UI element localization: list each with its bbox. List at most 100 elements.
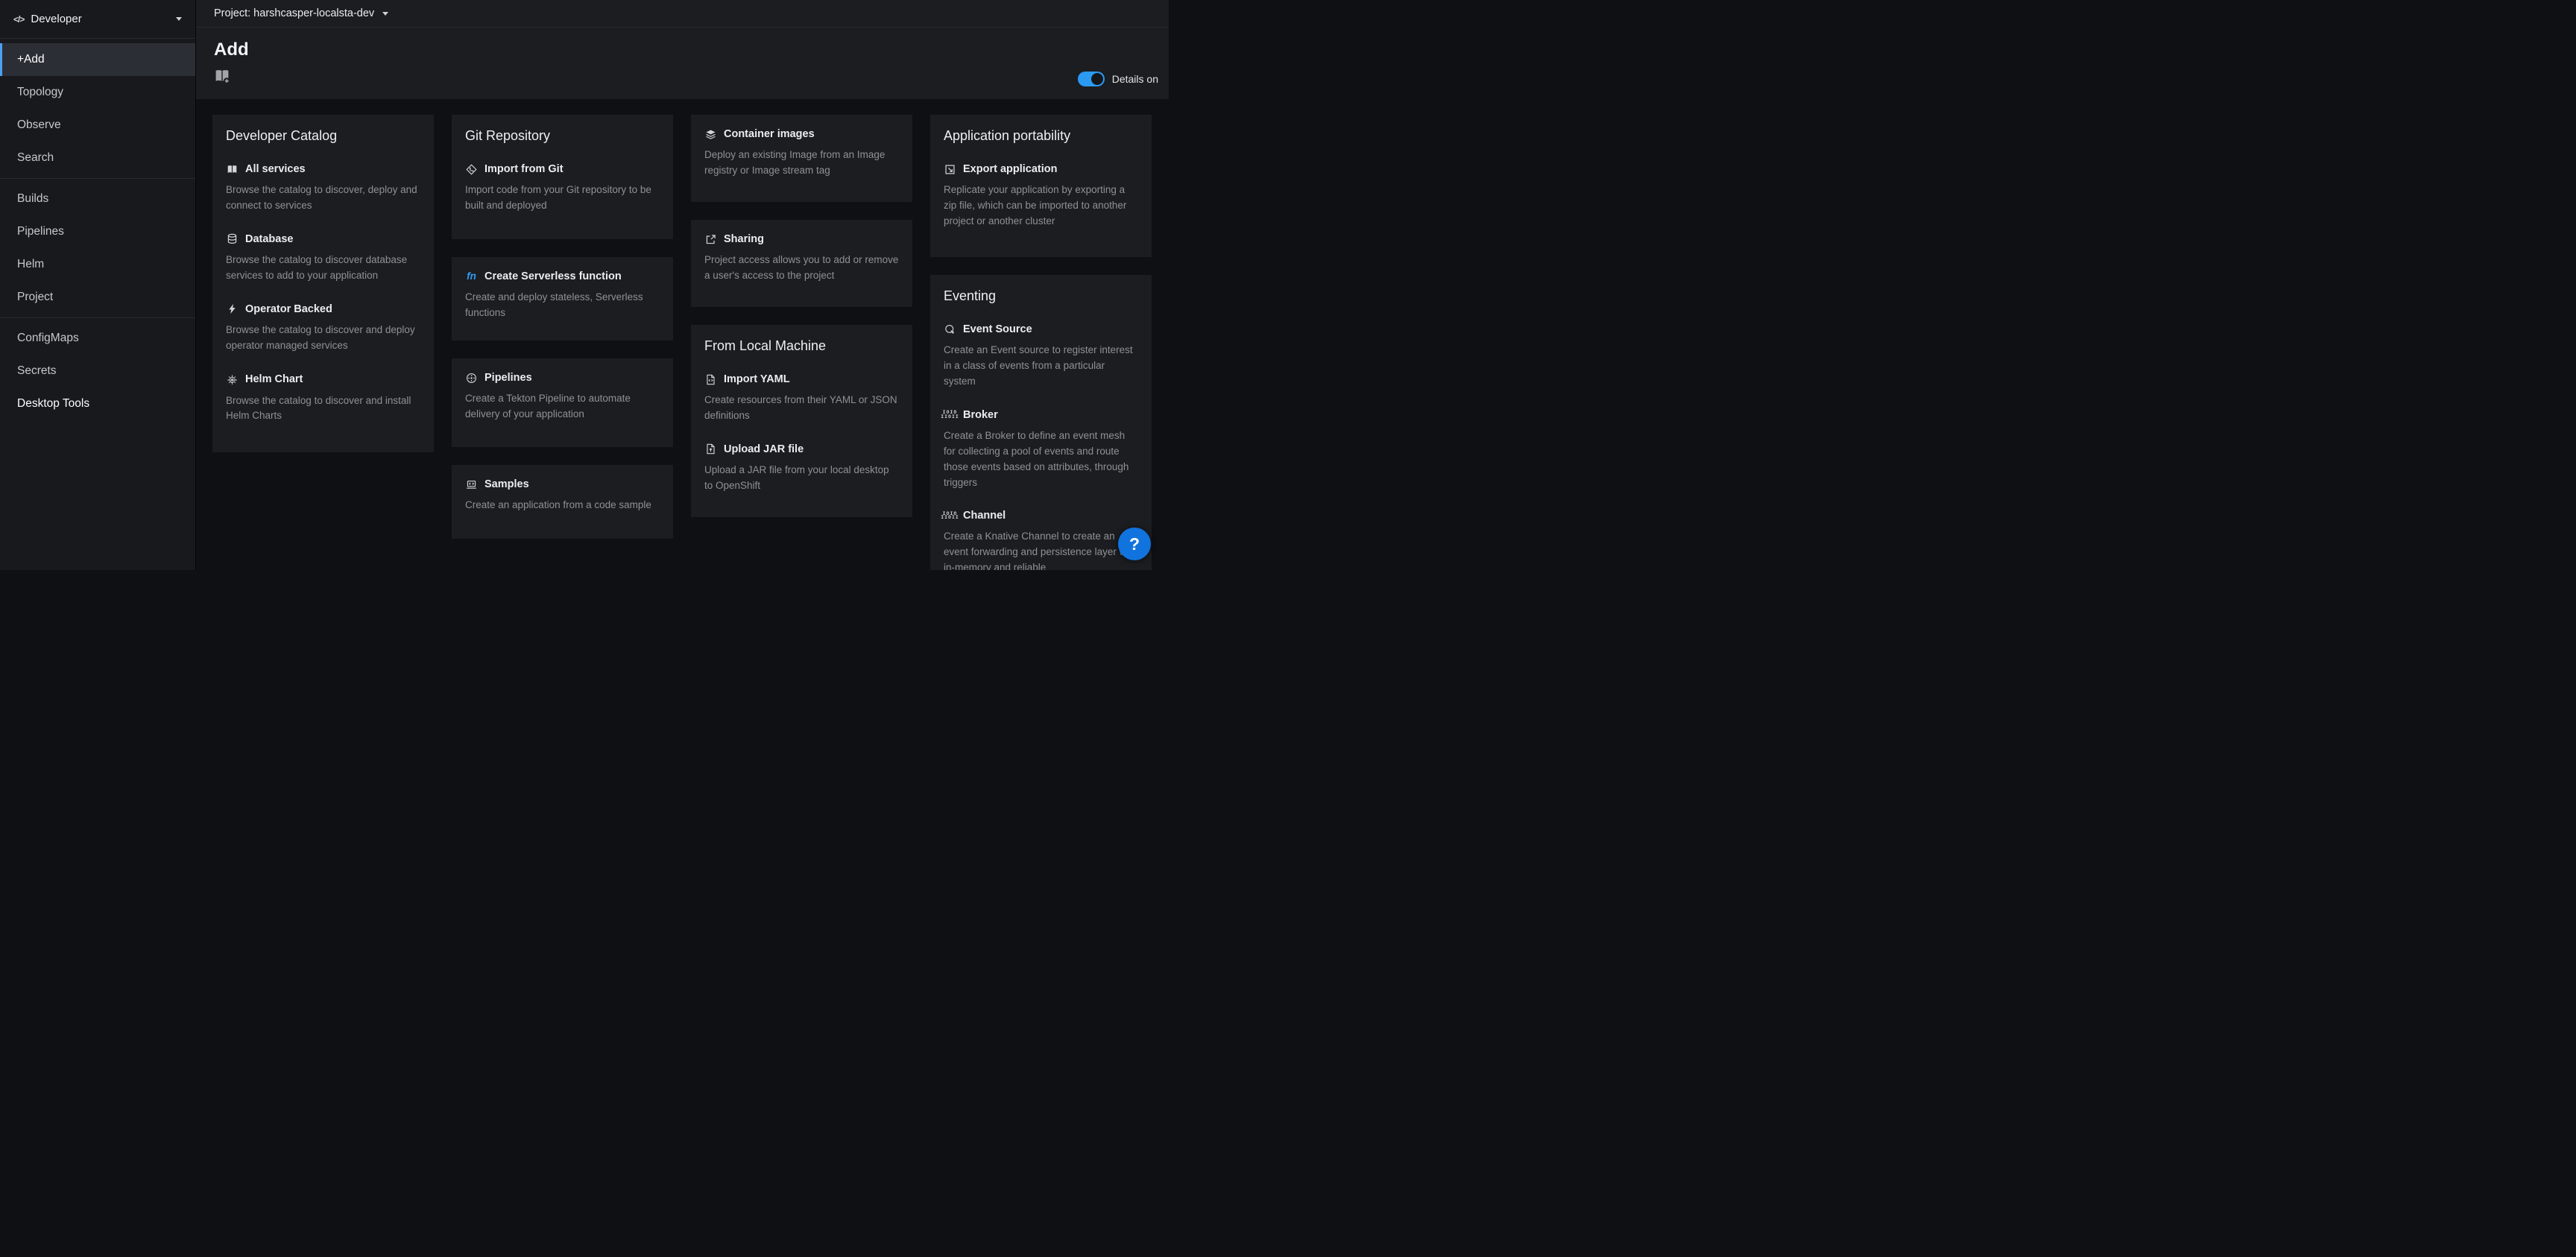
card-git-repository: Git Repository Import from Git Import co… bbox=[452, 115, 673, 239]
add-action-sharing[interactable]: Sharing Project access allows you to add… bbox=[704, 233, 899, 284]
sidebar-item-configmaps[interactable]: ConfigMaps bbox=[0, 322, 195, 355]
add-action-pipelines[interactable]: Pipelines Create a Tekton Pipeline to au… bbox=[465, 372, 660, 422]
add-action-import-yaml[interactable]: Import YAML Create resources from their … bbox=[704, 373, 899, 424]
card-samples: Samples Create an application from a cod… bbox=[452, 465, 673, 539]
sidebar-item-label: ConfigMaps bbox=[17, 332, 79, 345]
add-page-content: Developer Catalog All services Browse th… bbox=[196, 99, 1169, 570]
add-action-create-serverless-function[interactable]: fn Create Serverless function Create and… bbox=[465, 270, 660, 321]
add-action-container-images[interactable]: Container images Deploy an existing Imag… bbox=[704, 128, 899, 179]
sidebar-group-resources: Builds Pipelines Helm Project bbox=[0, 178, 195, 314]
sidebar-item-label: Builds bbox=[17, 192, 48, 206]
add-action-label: Create Serverless function bbox=[484, 270, 622, 282]
project-selector[interactable]: Project: harshcasper-localsta-dev bbox=[214, 7, 388, 19]
sidebar-item-secrets[interactable]: Secrets bbox=[0, 355, 195, 387]
add-action-description: Create an Event source to register inter… bbox=[944, 343, 1138, 390]
add-action-database[interactable]: Database Browse the catalog to discover … bbox=[226, 233, 420, 284]
sidebar-item-search[interactable]: Search bbox=[0, 142, 195, 174]
share-icon bbox=[704, 234, 717, 245]
openshift-console: </> Developer +Add Topology Observe Sear… bbox=[0, 0, 1169, 570]
add-action-description: Create and deploy stateless, Serverless … bbox=[465, 290, 660, 321]
card-pipelines: Pipelines Create a Tekton Pipeline to au… bbox=[452, 358, 673, 447]
card-sharing: Sharing Project access allows you to add… bbox=[691, 220, 912, 307]
help-button[interactable]: ? bbox=[1118, 528, 1151, 560]
add-action-label: Database bbox=[245, 233, 293, 245]
sidebar-item-label: Desktop Tools bbox=[17, 397, 89, 411]
perspective-switcher[interactable]: </> Developer bbox=[0, 0, 195, 39]
quick-starts-icon[interactable] bbox=[214, 69, 231, 84]
sidebar-item-observe[interactable]: Observe bbox=[0, 109, 195, 142]
sidebar: </> Developer +Add Topology Observe Sear… bbox=[0, 0, 196, 570]
add-action-description: Import code from your Git repository to … bbox=[465, 183, 660, 214]
page-title: Add bbox=[214, 39, 1151, 60]
add-action-description: Browse the catalog to discover database … bbox=[226, 253, 420, 284]
binary-row: IIOII bbox=[941, 415, 959, 419]
add-action-label: Import from Git bbox=[484, 163, 564, 175]
sidebar-item-label: Observe bbox=[17, 118, 61, 132]
git-icon bbox=[465, 164, 478, 175]
add-action-label: Upload JAR file bbox=[724, 443, 804, 455]
sidebar-item-label: Topology bbox=[17, 86, 63, 99]
sidebar-item-project[interactable]: Project bbox=[0, 281, 195, 314]
add-action-description: Create a Knative Channel to create an ev… bbox=[944, 529, 1138, 570]
card-developer-catalog: Developer Catalog All services Browse th… bbox=[212, 115, 434, 452]
sidebar-nav: +Add Topology Observe Search Builds Pipe… bbox=[0, 39, 195, 420]
add-action-event-source[interactable]: Event Source Create an Event source to r… bbox=[944, 323, 1138, 390]
add-action-label: Broker bbox=[963, 409, 998, 421]
add-action-label: Channel bbox=[963, 510, 1006, 522]
sidebar-item-label: Project bbox=[17, 291, 53, 304]
sidebar-group-config: ConfigMaps Secrets Desktop Tools bbox=[0, 317, 195, 420]
add-action-description: Replicate your application by exporting … bbox=[944, 183, 1138, 229]
sidebar-item-topology[interactable]: Topology bbox=[0, 76, 195, 109]
add-action-label: Helm Chart bbox=[245, 373, 303, 385]
card-title: Git Repository bbox=[465, 128, 660, 144]
import-yaml-icon bbox=[704, 374, 717, 385]
add-action-export-application[interactable]: Export application Replicate your applic… bbox=[944, 163, 1138, 229]
card-container-images: Container images Deploy an existing Imag… bbox=[691, 115, 912, 202]
channel-icon: IOIO IIOII bbox=[944, 512, 956, 520]
helm-icon: ⎈ bbox=[226, 373, 239, 386]
page-header: Add Details on bbox=[196, 28, 1169, 99]
sidebar-item-helm[interactable]: Helm bbox=[0, 248, 195, 281]
add-action-label: Export application bbox=[963, 163, 1058, 175]
add-action-helm-chart[interactable]: ⎈ Helm Chart Browse the catalog to disco… bbox=[226, 373, 420, 425]
sidebar-item-pipelines[interactable]: Pipelines bbox=[0, 215, 195, 248]
add-action-label: Container images bbox=[724, 128, 815, 140]
upload-jar-icon bbox=[704, 443, 717, 455]
add-action-all-services[interactable]: All services Browse the catalog to disco… bbox=[226, 163, 420, 214]
broker-icon: IOIO IIOII bbox=[944, 411, 956, 419]
add-action-operator-backed[interactable]: Operator Backed Browse the catalog to di… bbox=[226, 303, 420, 354]
add-action-description: Deploy an existing Image from an Image r… bbox=[704, 148, 899, 179]
sidebar-item-label: Search bbox=[17, 151, 54, 165]
add-action-broker[interactable]: IOIO IIOII Broker Create a Broker to def… bbox=[944, 409, 1138, 491]
details-switch[interactable] bbox=[1078, 72, 1105, 86]
card-title: Developer Catalog bbox=[226, 128, 420, 144]
add-action-description: Create a Tekton Pipeline to automate del… bbox=[465, 391, 660, 422]
details-toggle: Details on bbox=[1078, 72, 1158, 86]
event-source-icon bbox=[944, 324, 956, 335]
card-serverless-function: fn Create Serverless function Create and… bbox=[452, 257, 673, 341]
details-toggle-label: Details on bbox=[1112, 73, 1158, 85]
add-action-description: Create a Broker to define an event mesh … bbox=[944, 428, 1138, 491]
add-action-channel[interactable]: IOIO IIOII Channel Create a Knative Chan… bbox=[944, 510, 1138, 570]
sidebar-item-desktop-tools[interactable]: Desktop Tools bbox=[0, 387, 195, 420]
add-action-description: Create an application from a code sample bbox=[465, 498, 660, 513]
binary-row: IIOII bbox=[941, 516, 959, 520]
card-title: Application portability bbox=[944, 128, 1138, 144]
samples-icon bbox=[465, 479, 478, 490]
add-action-description: Create resources from their YAML or JSON… bbox=[704, 393, 899, 424]
add-action-label: Pipelines bbox=[484, 372, 532, 384]
container-images-icon bbox=[704, 129, 717, 140]
add-action-description: Project access allows you to add or remo… bbox=[704, 253, 899, 284]
sidebar-item-add[interactable]: +Add bbox=[0, 43, 195, 76]
add-action-upload-jar-file[interactable]: Upload JAR file Upload a JAR file from y… bbox=[704, 443, 899, 494]
card-application-portability: Application portability Export applicati… bbox=[930, 115, 1152, 257]
add-action-samples[interactable]: Samples Create an application from a cod… bbox=[465, 478, 660, 513]
add-action-label: Event Source bbox=[963, 323, 1032, 335]
sidebar-item-builds[interactable]: Builds bbox=[0, 183, 195, 215]
main-area: Project: harshcasper-localsta-dev Add De… bbox=[196, 0, 1169, 570]
add-action-label: Operator Backed bbox=[245, 303, 332, 315]
add-action-import-from-git[interactable]: Import from Git Import code from your Gi… bbox=[465, 163, 660, 214]
add-action-description: Upload a JAR file from your local deskto… bbox=[704, 463, 899, 494]
card-from-local-machine: From Local Machine Import YAML Create re… bbox=[691, 325, 912, 517]
chevron-down-icon bbox=[176, 17, 182, 21]
